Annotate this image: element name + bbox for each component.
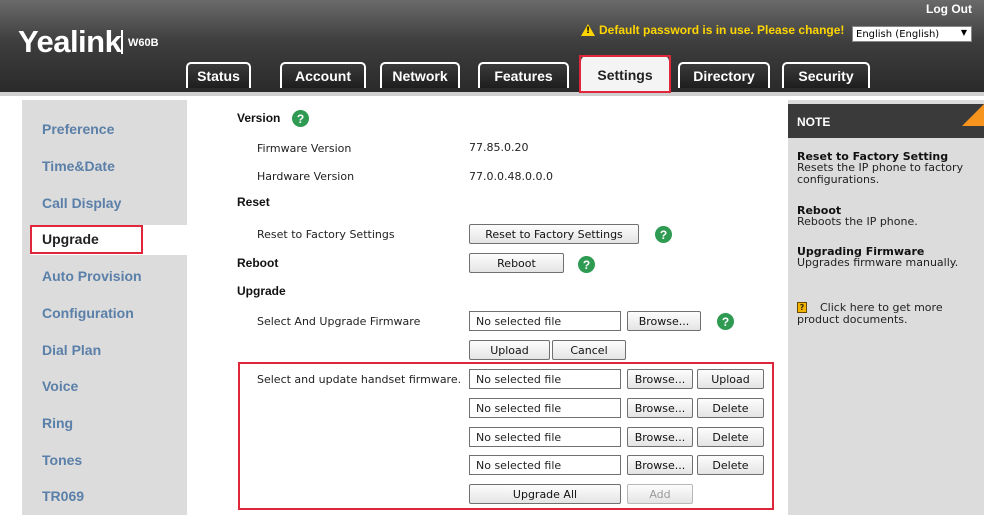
document-icon[interactable]: ? [797,302,807,313]
handset-file-input-3[interactable]: No selected file [469,427,621,447]
handset-upload-button[interactable]: Upload [697,369,764,389]
firmware-version-value: 77.85.0.20 [469,141,529,154]
upgrade-title: Upgrade [237,284,286,298]
tab-features[interactable]: Features [478,62,569,88]
tab-network[interactable]: Network [380,62,460,88]
upgrade-item-highlight [30,225,143,254]
logout-link[interactable]: Log Out [926,2,972,16]
language-select[interactable]: English (English) ▼ [852,26,972,42]
note-text-reboot: Reboots the IP phone. [797,215,918,228]
logo-separator [121,30,123,54]
sidebar-item-auto-provision[interactable]: Auto Provision [42,268,142,284]
settings-tab-highlight [579,55,671,93]
language-value: English (English) [856,28,940,40]
yealink-logo: Yealink [18,24,122,59]
sidebar-item-tones[interactable]: Tones [42,452,82,468]
sidebar-item-preference[interactable]: Preference [42,121,114,137]
upgrade-firmware-label: Select And Upgrade Firmware [257,315,421,328]
sidebar-item-time-date[interactable]: Time&Date [42,158,115,174]
handset-browse-button-3[interactable]: Browse... [627,427,693,447]
reset-label: Reset to Factory Settings [257,228,395,241]
default-password-warning[interactable]: ! Default password is in use. Please cha… [581,23,844,37]
tab-account[interactable]: Account [280,62,366,88]
sidebar-item-configuration[interactable]: Configuration [42,305,134,321]
handset-browse-button-4[interactable]: Browse... [627,455,693,475]
firmware-file-input[interactable]: No selected file [469,311,621,331]
handset-file-input-2[interactable]: No selected file [469,398,621,418]
sidebar-item-dial-plan[interactable]: Dial Plan [42,342,101,358]
question-circle-icon[interactable]: ? [292,110,309,127]
reset-factory-button[interactable]: Reset to Factory Settings [469,224,639,244]
handset-browse-button-2[interactable]: Browse... [627,398,693,418]
dropdown-arrow-icon: ▼ [960,28,967,37]
reboot-title: Reboot [237,256,279,270]
upgrade-all-button[interactable]: Upgrade All [469,484,621,504]
hardware-version-label: Hardware Version [257,170,355,183]
sidebar-item-voice[interactable]: Voice [42,378,78,394]
handset-file-input-1[interactable]: No selected file [469,369,621,389]
hardware-version-value: 77.0.0.48.0.0.0 [469,170,553,183]
handset-delete-button-3[interactable]: Delete [697,427,764,447]
question-circle-icon[interactable]: ? [655,226,672,243]
tab-status[interactable]: Status [186,62,251,88]
note-title: NOTE [797,115,831,129]
tab-security[interactable]: Security [782,62,870,88]
version-title: Version [237,111,281,125]
model-label: W60B [128,37,159,49]
sidebar-item-tr069[interactable]: TR069 [42,488,84,504]
add-handset-button[interactable]: Add [627,484,693,504]
reset-title: Reset [237,195,270,209]
note-corner-icon [962,104,984,126]
firmware-upload-button[interactable]: Upload [469,340,550,360]
handset-browse-button-1[interactable]: Browse... [627,369,693,389]
firmware-cancel-button[interactable]: Cancel [552,340,626,360]
sidebar-item-call-display[interactable]: Call Display [42,195,121,211]
tab-directory[interactable]: Directory [678,62,770,88]
handset-file-input-4[interactable]: No selected file [469,455,621,475]
question-circle-icon[interactable]: ? [578,256,595,273]
reboot-button[interactable]: Reboot [469,253,564,273]
handset-delete-button-4[interactable]: Delete [697,455,764,475]
docs-link-line-2[interactable]: product documents. [797,314,908,326]
firmware-version-label: Firmware Version [257,142,352,155]
handset-delete-button-2[interactable]: Delete [697,398,764,418]
warning-text: Default password is in use. Please chang… [599,23,845,37]
question-circle-icon[interactable]: ? [717,313,734,330]
note-text-reset-2: configurations. [797,173,880,186]
firmware-browse-button[interactable]: Browse... [627,311,701,331]
warning-triangle-icon: ! [581,24,595,36]
handset-firmware-label: Select and update handset firmware. [257,373,462,386]
sidebar-item-ring[interactable]: Ring [42,415,73,431]
note-text-upgrading: Upgrades firmware manually. [797,256,959,269]
